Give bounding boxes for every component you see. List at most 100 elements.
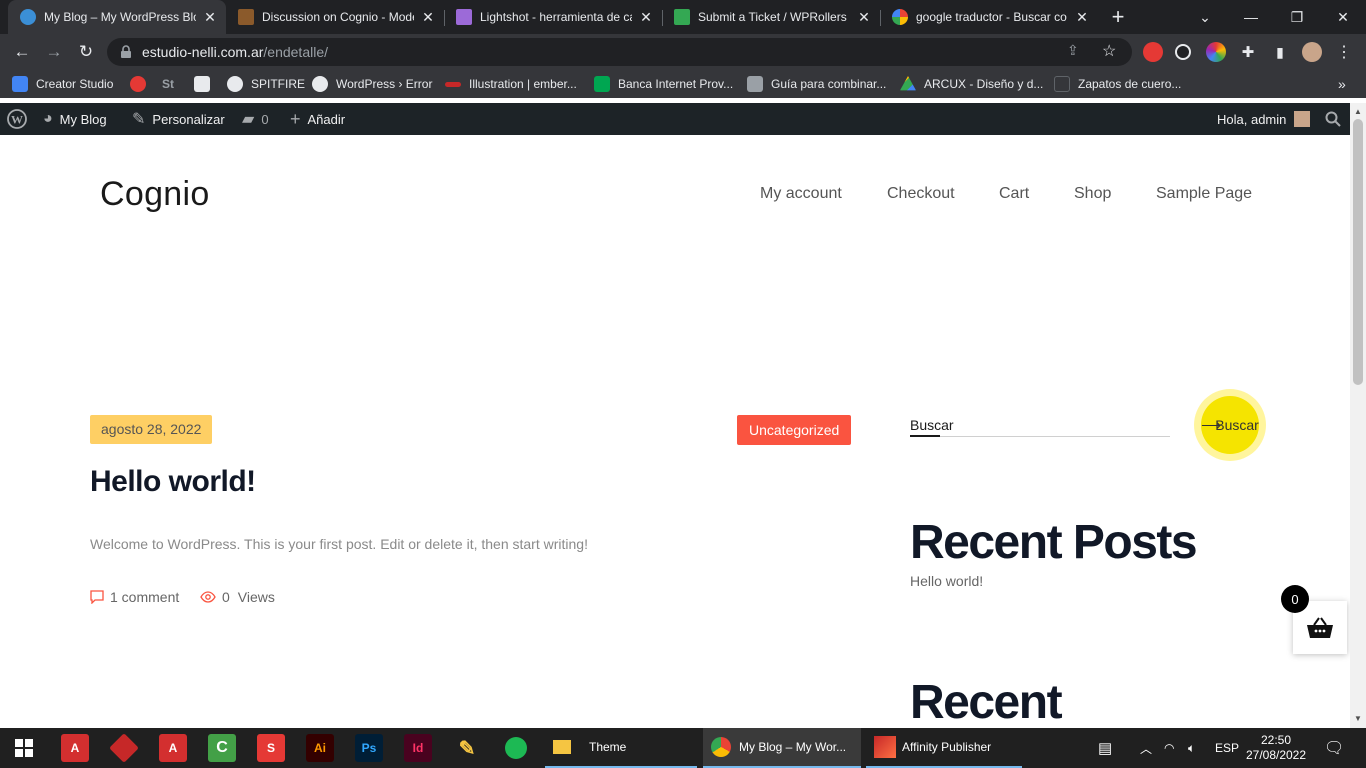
target-icon (130, 76, 146, 92)
post-date-badge[interactable]: agosto 28, 2022 (90, 415, 213, 444)
tab-title: Submit a Ticket / WPRollers (698, 10, 847, 24)
bookmark-guia[interactable]: Guía para combinar... (747, 75, 886, 93)
scroll-down-icon[interactable]: ▼ (1354, 714, 1362, 723)
page-scrollbar[interactable]: ▲ ▼ (1350, 103, 1366, 728)
spotify-icon[interactable] (502, 734, 530, 762)
new-tab-button[interactable]: + (1104, 3, 1132, 31)
bookmark-creator-studio[interactable]: Creator Studio (12, 75, 113, 93)
illustrator-icon[interactable]: Ai (306, 734, 334, 762)
scrollbar-thumb[interactable] (1353, 119, 1363, 385)
lock-icon (121, 45, 131, 58)
more-bookmarks-icon[interactable]: » (1338, 75, 1346, 93)
camtasia-icon[interactable]: C (208, 734, 236, 762)
bookmark-banca[interactable]: Banca Internet Prov... (594, 75, 733, 93)
windows-taskbar: A A C S Ai Ps Id ✎ Theme My Blog – My Wo… (0, 728, 1366, 768)
tab-google-traductor[interactable]: google traductor - Buscar co ✕ (880, 0, 1098, 34)
clock[interactable]: 22:50 27/08/2022 (1246, 728, 1306, 768)
nav-checkout[interactable]: Checkout (887, 185, 955, 203)
close-icon[interactable]: ✕ (638, 9, 654, 25)
language-indicator[interactable]: ESP (1215, 728, 1239, 768)
tab-search-button[interactable]: ⌄ (1182, 0, 1228, 34)
close-icon[interactable]: ✕ (856, 9, 872, 25)
recent-posts-heading: Recent Posts (910, 516, 1198, 569)
minimize-button[interactable]: — (1228, 0, 1274, 34)
tab-submit-ticket[interactable]: Submit a Ticket / WPRollers ✕ (662, 0, 880, 34)
sketchup-icon[interactable]: S (257, 734, 285, 762)
wp-admin-bar: W ◕ My Blog ✎ Personalizar ▰ 0 + Añadir Hola… (0, 103, 1350, 135)
notifications-icon[interactable]: 🗨︎ (1324, 728, 1344, 768)
comment-icon (90, 590, 104, 604)
taskbar-app-affinity[interactable]: Affinity Publisher (866, 728, 1022, 768)
back-button[interactable]: ← (8, 38, 36, 66)
bookmark-star-icon[interactable]: ☆ (1102, 41, 1116, 61)
photoshop-icon[interactable]: Ps (355, 734, 383, 762)
bookmark-wordpress-error[interactable]: WordPress › Error (312, 75, 432, 93)
recent-post-link[interactable]: Hello world! (910, 573, 983, 589)
admin-search-icon[interactable] (1325, 103, 1341, 135)
side-panel-icon[interactable]: ▮ (1266, 38, 1294, 66)
comment-bubble-icon: ▰ (242, 111, 255, 128)
bookmark-st[interactable]: St (162, 75, 174, 93)
address-bar[interactable]: estudio-nelli.com.ar/endetalle/ ⇪ ☆ (107, 38, 1132, 66)
reload-button[interactable]: ↻ (72, 38, 100, 66)
tab-title: google traductor - Buscar co (916, 10, 1067, 24)
extensions-puzzle-icon[interactable]: ✚ (1234, 38, 1262, 66)
search-button[interactable]: ⟶ Buscar (1194, 389, 1266, 461)
volume-icon[interactable]: 🔈︎ (1188, 728, 1195, 768)
customize-menu[interactable]: ✎ Personalizar (132, 103, 225, 135)
window-close-button[interactable]: ✕ (1320, 0, 1366, 34)
tray-overflow-icon[interactable]: ︿ (1140, 728, 1152, 768)
forward-button[interactable]: → (40, 38, 68, 66)
adblock-extension-icon[interactable] (1143, 42, 1163, 62)
indesign-icon[interactable]: Id (404, 734, 432, 762)
close-icon[interactable]: ✕ (1074, 9, 1090, 25)
taskbar-app-chrome[interactable]: My Blog – My Wor... (703, 728, 861, 768)
post-comments-link[interactable]: 1 comment (90, 589, 179, 605)
bookmark-illustration[interactable]: Illustration | ember... (445, 75, 577, 93)
autocad-icon[interactable]: A (61, 734, 89, 762)
bookmark-spitfire[interactable]: SPITFIRE (227, 75, 305, 93)
add-new-label: Añadir (307, 111, 346, 127)
profile-avatar[interactable] (1302, 42, 1322, 62)
autocad-icon[interactable]: A (159, 734, 187, 762)
gem-icon[interactable] (109, 733, 139, 763)
post-category-badge[interactable]: Uncategorized (737, 415, 852, 445)
page-content: Cognio My account Checkout Cart Shop Sam… (0, 135, 1350, 728)
close-icon[interactable]: ✕ (202, 9, 218, 25)
close-icon[interactable]: ✕ (420, 9, 436, 25)
bookmark-target[interactable] (130, 75, 154, 93)
pencil-icon[interactable]: ✎ (453, 734, 481, 762)
color-picker-extension-icon[interactable] (1206, 42, 1226, 62)
wp-logo-menu[interactable]: W (7, 103, 27, 135)
tab-my-blog[interactable]: My Blog – My WordPress Blo ✕ (8, 0, 226, 34)
nav-cart[interactable]: Cart (999, 185, 1029, 203)
site-title[interactable]: Cognio (100, 175, 210, 214)
user-avatar (1294, 111, 1311, 127)
search-input[interactable] (910, 413, 1170, 437)
magnifier-extension-icon[interactable] (1175, 44, 1191, 60)
plus-icon: + (290, 108, 301, 129)
comments-menu[interactable]: ▰ 0 (242, 103, 269, 135)
post-title[interactable]: Hello world! (90, 465, 256, 499)
bookmark-zapatos[interactable]: Zapatos de cuero... (1054, 75, 1181, 93)
share-icon[interactable]: ⇪ (1067, 42, 1079, 59)
site-name-menu[interactable]: ◕ My Blog (43, 103, 107, 135)
bookmark-arcux[interactable]: ARCUX - Diseño y d... (900, 75, 1043, 93)
network-icon[interactable]: ◠ (1164, 728, 1174, 768)
menu-kebab-icon[interactable]: ⋮ (1330, 38, 1358, 66)
news-widget-icon[interactable]: ▤ (1098, 728, 1112, 768)
windows-start-icon[interactable] (10, 734, 38, 762)
nav-shop[interactable]: Shop (1074, 185, 1111, 203)
tab-lightshot[interactable]: Lightshot - herramienta de ca ✕ (444, 0, 662, 34)
post-views: 0 Views (200, 589, 275, 605)
tab-discussion[interactable]: Discussion on Cognio - Mode ✕ (226, 0, 444, 34)
bookmark-folder[interactable] (194, 75, 218, 93)
scroll-up-icon[interactable]: ▲ (1354, 107, 1362, 116)
url-host: estudio-nelli.com.ar (142, 44, 264, 60)
taskbar-app-theme[interactable]: Theme (545, 728, 697, 768)
nav-sample-page[interactable]: Sample Page (1156, 185, 1252, 203)
nav-my-account[interactable]: My account (760, 185, 842, 203)
restore-button[interactable]: ❐ (1274, 0, 1320, 34)
add-new-menu[interactable]: + Añadir (290, 103, 345, 135)
my-account-menu[interactable]: Hola, admin (1217, 103, 1311, 135)
